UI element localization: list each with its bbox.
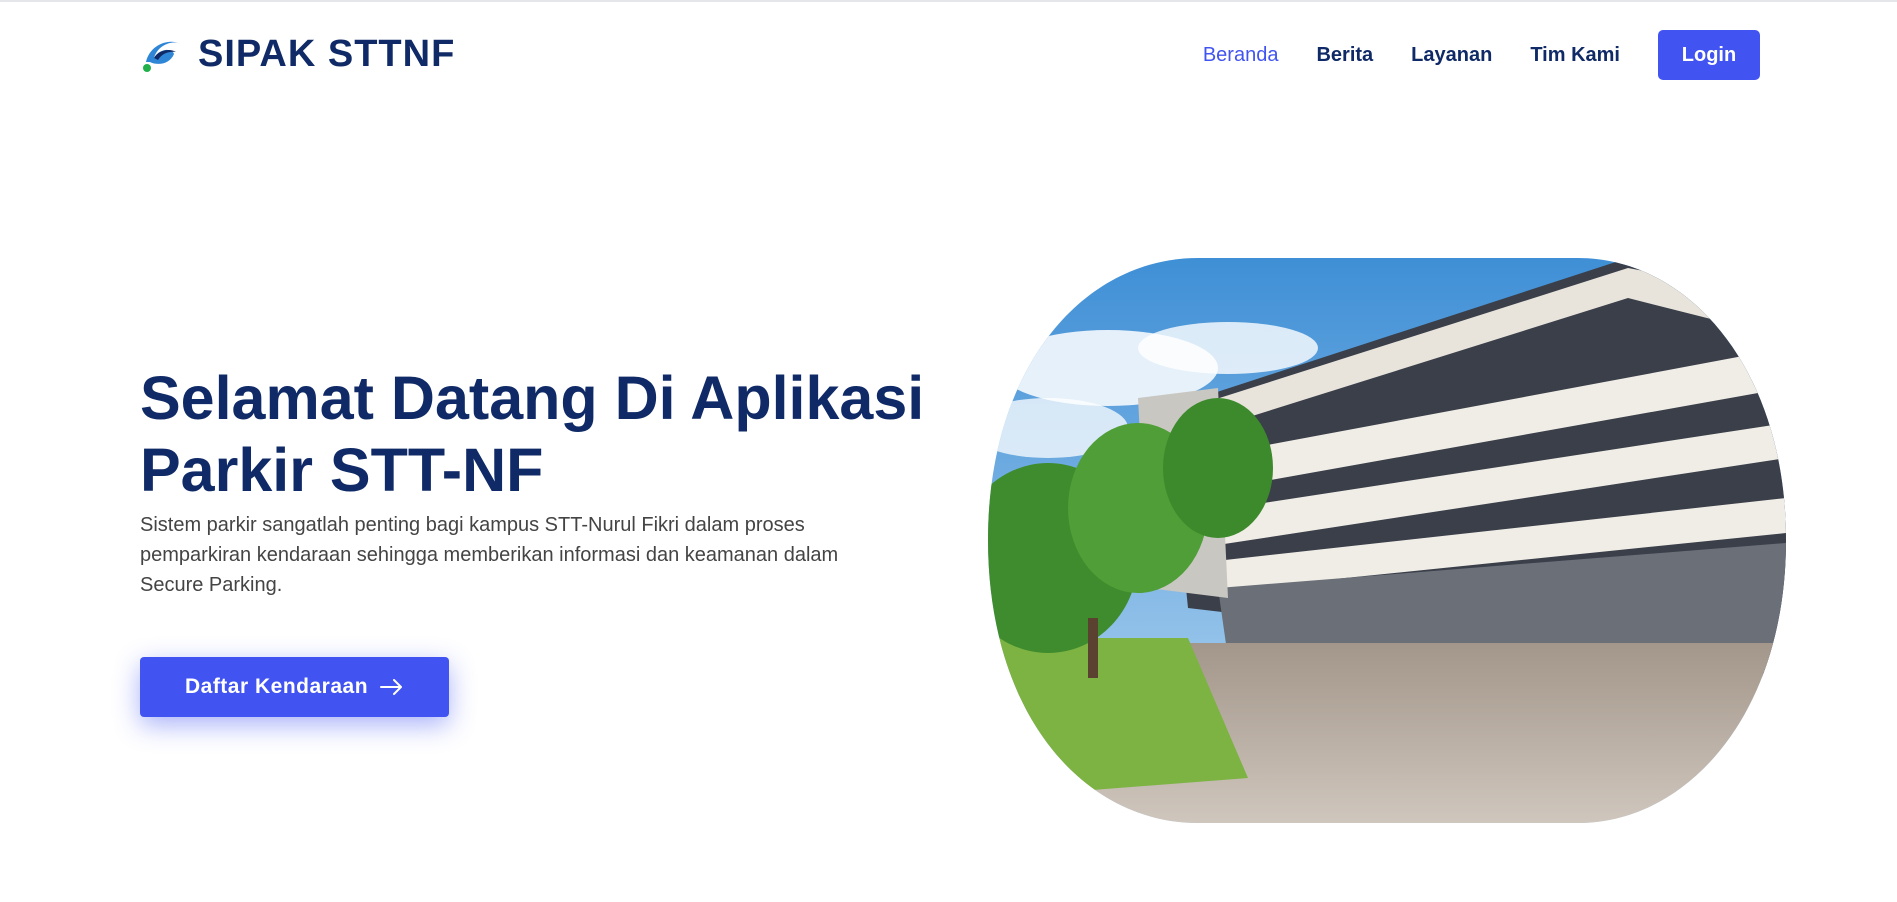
brand-logo-link[interactable]: SIPAK STTNF: [140, 32, 455, 76]
campus-building-photo: [988, 258, 1786, 823]
nav-link-berita[interactable]: Berita: [1316, 44, 1373, 67]
brand-name: SIPAK STTNF: [198, 32, 456, 75]
nav-link-layanan[interactable]: Layanan: [1411, 44, 1492, 67]
login-button[interactable]: Login: [1658, 30, 1760, 80]
cta-label: Daftar Kendaraan: [184, 675, 369, 698]
hero-title: Selamat Datang Di Aplikasi Parkir STT-NF: [140, 364, 925, 504]
nav-link-beranda[interactable]: Beranda: [1203, 44, 1279, 67]
swoosh-logo-icon: [143, 41, 180, 72]
arrow-right-icon: [380, 679, 403, 695]
nav-link-tim-kami[interactable]: Tim Kami: [1530, 44, 1620, 67]
site-header: SIPAK STTNF Beranda Berita Layanan Tim K…: [0, 2, 1897, 106]
hero-description: Sistem parkir sangatlah penting bagi kam…: [140, 514, 839, 596]
daftar-kendaraan-button[interactable]: Daftar Kendaraan: [140, 657, 449, 717]
main-nav: Beranda Berita Layanan Tim Kami Login: [1165, 30, 1760, 80]
